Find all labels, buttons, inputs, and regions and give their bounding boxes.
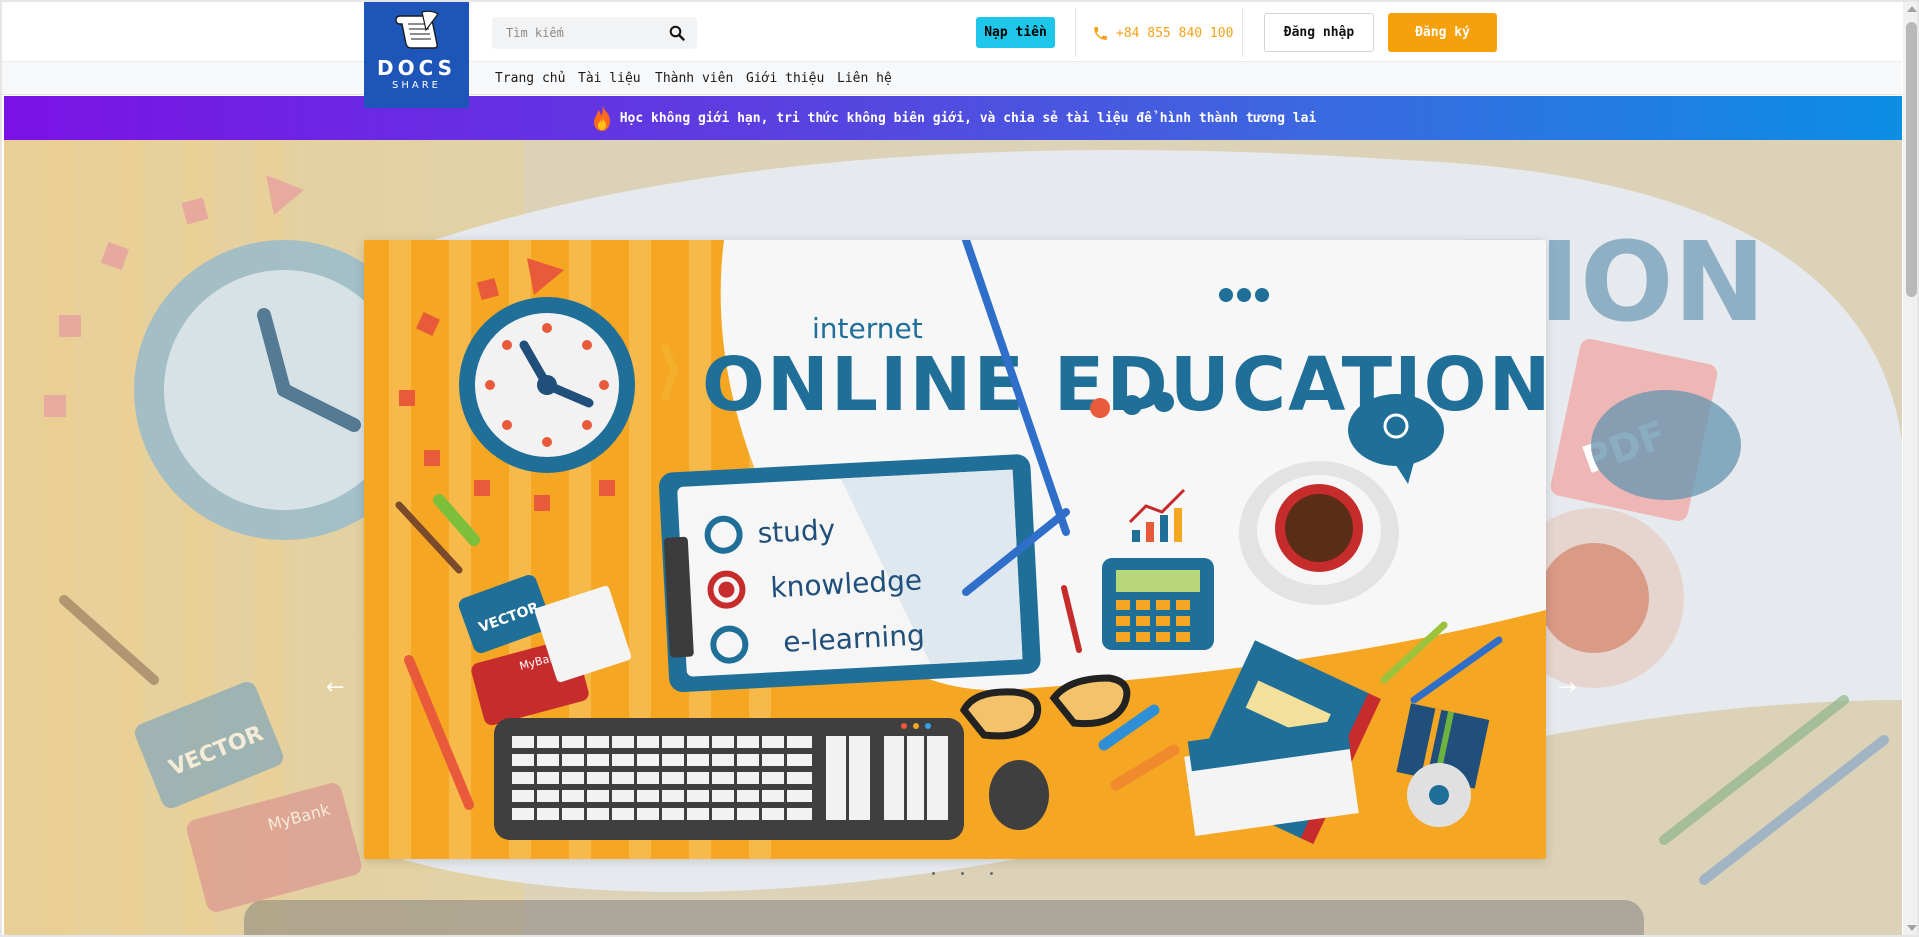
carousel-prev-arrow[interactable]: ←	[326, 675, 344, 700]
site-logo[interactable]: DOCS SHARE	[364, 2, 469, 108]
main-nav: Trang chủ Tài liệu Thành viên Giới thiệu…	[2, 62, 1902, 95]
search-icon[interactable]	[669, 25, 685, 41]
scroll-up-icon[interactable]	[1907, 6, 1917, 12]
nav-item-home[interactable]: Trang chủ	[495, 71, 565, 86]
keyboard-icon	[494, 718, 964, 840]
page-scrollbar[interactable]	[1903, 2, 1917, 935]
topup-button[interactable]: Nạp tiền	[976, 17, 1055, 48]
register-button[interactable]: Đăng ký	[1388, 13, 1497, 52]
nav-item-contact[interactable]: Liên hệ	[837, 71, 892, 86]
carousel-indicators	[932, 872, 993, 875]
header-divider	[1242, 7, 1243, 57]
logo-text: DOCS	[376, 56, 457, 80]
phone-number: +84 855 840 100	[1116, 25, 1234, 41]
login-button[interactable]: Đăng nhập	[1264, 13, 1374, 52]
carousel-slide-online-education[interactable]: internet ONLINE EDUCATION study knowledg…	[364, 240, 1546, 859]
scroll-down-icon[interactable]	[1907, 925, 1917, 931]
search-box[interactable]	[492, 17, 697, 49]
logo-subtext: SHARE	[392, 80, 441, 91]
top-header: Nạp tiền +84 855 840 100 Đăng nhập Đăng …	[2, 2, 1902, 62]
slide-illustration: internet ONLINE EDUCATION study knowledg…	[364, 240, 1546, 859]
slide-overline: internet	[812, 312, 923, 345]
carousel-dot[interactable]	[932, 872, 935, 875]
nav-item-documents[interactable]: Tài liệu	[578, 71, 641, 86]
announcement-banner: Học không giới hạn, tri thức không biên …	[4, 96, 1902, 140]
phone-icon	[1094, 26, 1107, 40]
announcement-text: Học không giới hạn, tri thức không biên …	[619, 110, 1317, 126]
carousel-dot[interactable]	[990, 872, 993, 875]
checklist-item-study: study	[757, 513, 836, 550]
fire-icon	[593, 105, 610, 131]
phone-link[interactable]: +84 855 840 100	[1092, 22, 1233, 44]
carousel-next-arrow[interactable]: →	[1558, 675, 1576, 700]
search-input[interactable]	[492, 26, 662, 40]
scroll-quill-icon	[394, 10, 439, 49]
carousel-dot[interactable]	[961, 872, 964, 875]
scrollbar-thumb[interactable]	[1906, 22, 1917, 297]
browser-viewport: Nạp tiền +84 855 840 100 Đăng nhập Đăng …	[0, 0, 1919, 937]
header-divider	[1075, 7, 1076, 57]
nav-item-about[interactable]: Giới thiệu	[746, 71, 824, 86]
nav-item-members[interactable]: Thành viên	[655, 71, 733, 86]
